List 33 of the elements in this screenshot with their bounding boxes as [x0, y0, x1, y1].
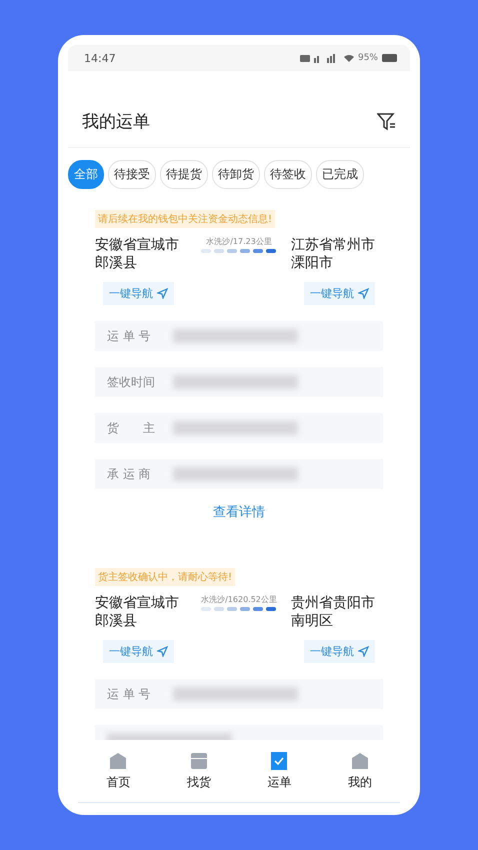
nav-tab[interactable]: 首页 [106, 774, 130, 790]
field-label: 货 主 [107, 420, 156, 436]
route-info: 水洗沙/1620.52公里 [201, 594, 277, 605]
status-tab[interactable]: 已完成 [316, 160, 364, 189]
send-arrow-icon [157, 646, 168, 657]
origin-city: 安徽省宣城市郎溪县 [95, 236, 180, 272]
nav-tab[interactable]: 运单 [267, 774, 292, 790]
field-label: 运 单 号 [107, 686, 152, 702]
field-label: 运 单 号 [107, 328, 152, 344]
nav-tab[interactable]: 我的 [348, 774, 372, 790]
page-title: 我的运单 [82, 110, 150, 132]
details-link[interactable]: 查看详情 [95, 503, 383, 521]
nav-tab[interactable]: 找货 [186, 774, 211, 790]
filter-icon[interactable] [377, 112, 396, 130]
origin-city: 安徽省宣城市郎溪县 [95, 594, 180, 630]
destination-city: 贵州省贵阳市南明区 [291, 594, 376, 630]
field-label: 签收时间 [107, 374, 156, 390]
status-tab[interactable]: 待提货 [160, 160, 208, 189]
battery-percent: 95% [358, 53, 378, 63]
field-label: 承 运 商 [107, 466, 152, 482]
status-tab[interactable]: 待卸货 [212, 160, 260, 189]
send-arrow-icon [358, 646, 369, 657]
send-arrow-icon [358, 288, 369, 299]
wifi-icon [344, 54, 354, 62]
send-arrow-icon [157, 288, 168, 299]
route-info: 水洗沙/17.23公里 [206, 236, 272, 247]
status-time: 14:47 [84, 52, 116, 64]
status-tab[interactable]: 待接受 [108, 160, 156, 189]
notice-text: 货主签收确认中，请耐心等待! [95, 568, 236, 586]
status-tab[interactable]: 待签收 [264, 160, 312, 189]
destination-city: 江苏省常州市溧阳市 [291, 236, 376, 272]
battery-icon [382, 54, 398, 62]
notice-text: 请后续在我的钱包中关注资金动态信息! [95, 210, 276, 228]
